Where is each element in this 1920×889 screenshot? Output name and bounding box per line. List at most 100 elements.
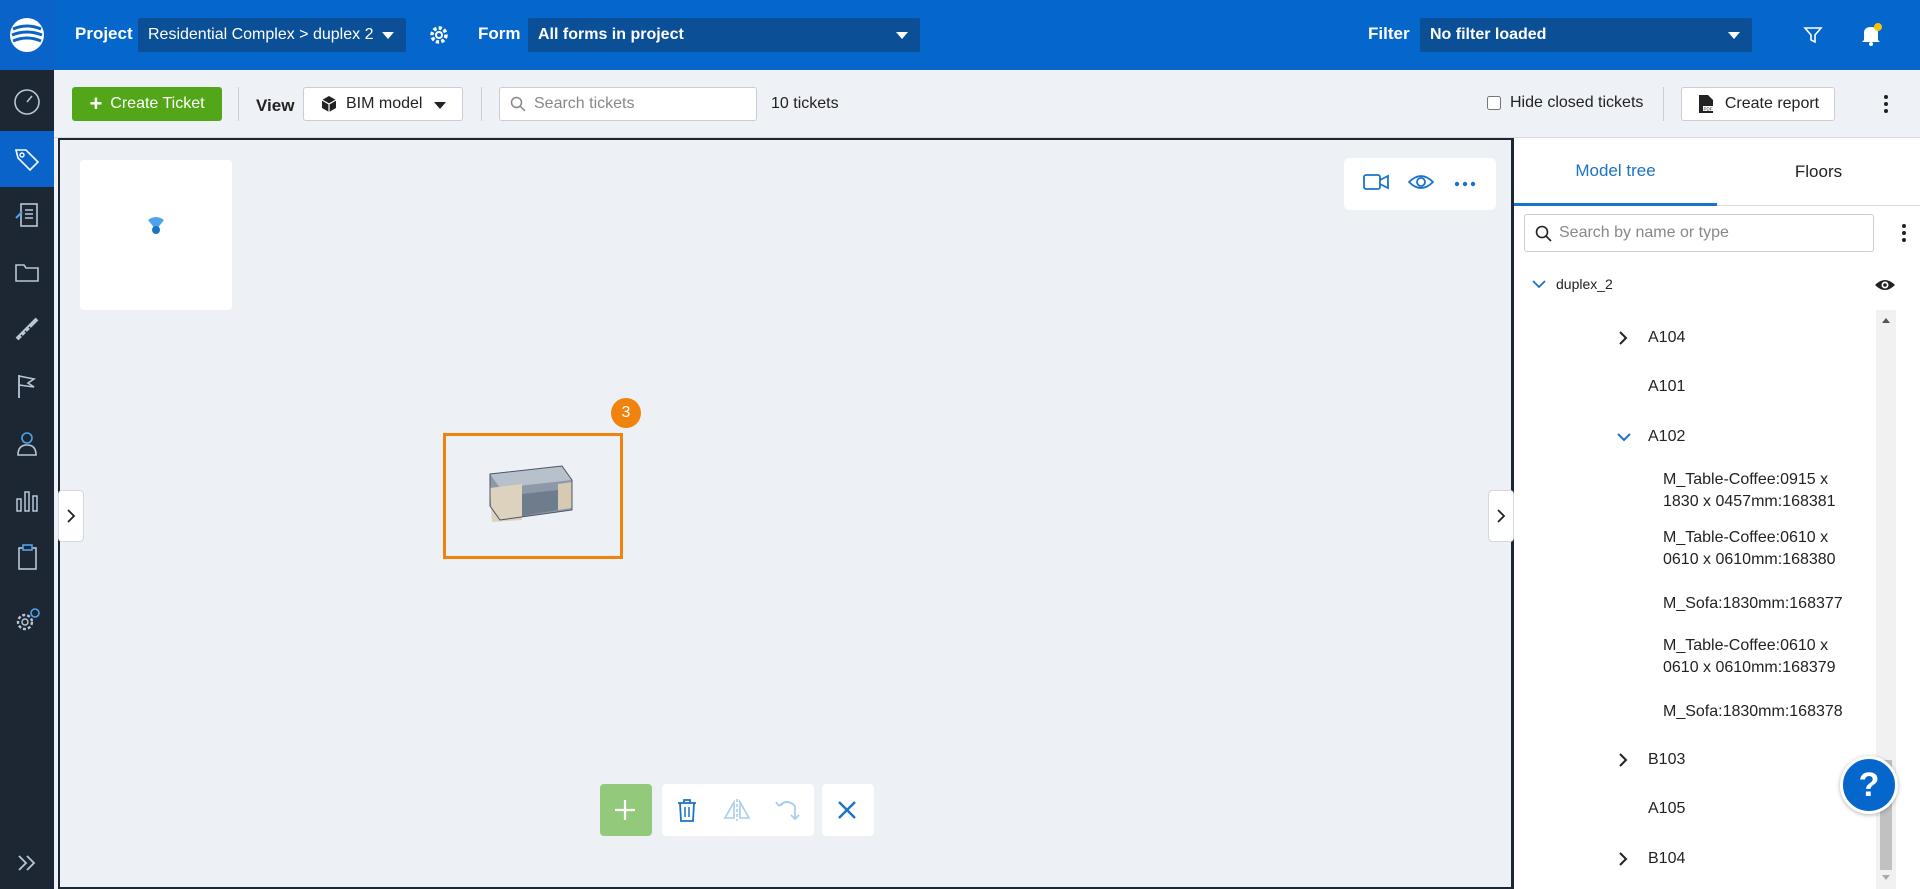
rotate-button[interactable] — [762, 785, 812, 835]
add-marker-button[interactable] — [600, 784, 652, 836]
tab-model-tree[interactable]: Model tree — [1514, 138, 1717, 206]
form-document-icon — [15, 203, 38, 227]
navigation-minimap[interactable] — [80, 160, 232, 310]
expand-left-panel-button[interactable] — [58, 490, 84, 542]
ticket-search — [499, 87, 757, 121]
toolbar-divider — [481, 87, 482, 121]
plus-icon — [615, 800, 635, 820]
view-select[interactable]: BIM model — [303, 87, 463, 121]
chevron-down-icon — [1728, 32, 1740, 39]
hide-closed-toggle[interactable]: Hide closed tickets — [1487, 94, 1643, 112]
toolbar-more-button[interactable] — [1876, 91, 1896, 117]
close-marker-tools-button[interactable] — [822, 784, 874, 836]
tree-item[interactable]: A105 — [1648, 798, 1685, 820]
tree-more-button[interactable] — [1894, 220, 1914, 246]
toolbar-divider — [1663, 87, 1664, 121]
rail-clipboard[interactable] — [0, 529, 54, 585]
tree-item[interactable]: A101 — [1648, 376, 1685, 398]
form-select[interactable]: All forms in project — [528, 18, 920, 52]
gear-icon — [430, 26, 448, 44]
project-select[interactable]: Residential Complex > duplex 2 — [138, 18, 406, 52]
top-bar: Project Residential Complex > duplex 2 F… — [54, 0, 1920, 70]
form-label: Form — [478, 24, 521, 43]
tree-root-node[interactable]: duplex_2 — [1532, 276, 1613, 292]
tree-item[interactable]: M_Sofa:1830mm:168378 — [1663, 701, 1843, 723]
project-settings-button[interactable] — [424, 20, 454, 50]
create-ticket-button[interactable]: + Create Ticket — [72, 87, 222, 121]
camera-button[interactable] — [1363, 172, 1390, 197]
hide-closed-label: Hide closed tickets — [1510, 94, 1644, 111]
double-chevron-right-icon — [18, 855, 36, 871]
app-logo[interactable] — [0, 0, 54, 70]
rail-expand[interactable] — [0, 838, 54, 888]
rail-milestones[interactable] — [0, 358, 54, 414]
rail-files[interactable] — [0, 244, 54, 300]
tree-item[interactable]: A104 — [1648, 327, 1685, 349]
selected-object-box[interactable] — [443, 433, 623, 559]
funnel-icon — [1803, 27, 1823, 44]
video-camera-icon — [1363, 173, 1390, 190]
bim-viewer[interactable]: 3 — [58, 138, 1514, 889]
eye-icon — [1407, 174, 1435, 189]
svg-text:PDF: PDF — [1703, 107, 1712, 112]
logo-icon — [10, 18, 44, 52]
tree-item[interactable]: A102 — [1648, 426, 1685, 448]
scroll-down-icon[interactable] — [1881, 874, 1891, 882]
chevron-down-icon — [382, 32, 394, 39]
clipboard-icon — [18, 544, 37, 570]
mirror-icon — [723, 798, 751, 821]
chevron-right-icon — [67, 509, 76, 523]
eye-icon — [1875, 280, 1895, 290]
speedometer-icon — [14, 89, 40, 115]
help-button[interactable]: ? — [1840, 756, 1898, 814]
view-more-button[interactable] — [1453, 175, 1477, 193]
chevron-down-icon — [1532, 280, 1546, 289]
tree-search — [1524, 214, 1874, 252]
filter-select[interactable]: No filter loaded — [1420, 18, 1752, 52]
expand-right-panel-button[interactable] — [1488, 490, 1514, 542]
tree-item[interactable]: M_Table-Coffee:0610 x 0610 x 0610mm:1683… — [1663, 527, 1863, 571]
rail-tickets[interactable] — [0, 131, 54, 187]
tab-floors[interactable]: Floors — [1717, 138, 1920, 206]
create-report-button[interactable]: PDF Create report — [1681, 87, 1835, 121]
chevron-down-icon[interactable] — [1616, 432, 1632, 442]
chevron-right-icon[interactable] — [1618, 752, 1628, 768]
mirror-button[interactable] — [712, 785, 762, 835]
rail-settings[interactable] — [0, 592, 54, 648]
notifications-button[interactable] — [1856, 20, 1886, 50]
filter-select-value: No filter loaded — [1430, 26, 1547, 43]
rail-measure[interactable] — [0, 301, 54, 357]
root-visibility-toggle[interactable] — [1874, 277, 1896, 298]
tree-item[interactable]: B103 — [1648, 749, 1685, 771]
ticket-count-badge[interactable]: 3 — [611, 398, 641, 428]
hide-closed-checkbox[interactable] — [1487, 96, 1501, 110]
plus-icon: + — [89, 91, 103, 116]
visibility-button[interactable] — [1407, 172, 1435, 197]
sofa-model-icon — [489, 465, 573, 522]
view-select-value: BIM model — [346, 95, 423, 112]
tree-item[interactable]: M_Table-Coffee:0610 x 0610 x 0610mm:1683… — [1663, 635, 1863, 679]
scroll-up-icon[interactable] — [1881, 316, 1891, 324]
rail-users[interactable] — [0, 415, 54, 471]
camera-position-icon — [148, 217, 164, 234]
search-icon — [1535, 225, 1552, 242]
delete-button[interactable] — [662, 785, 712, 835]
rail-dashboard[interactable] — [0, 74, 54, 130]
tree-search-input[interactable] — [1559, 224, 1859, 242]
cube-icon — [321, 96, 337, 112]
tree-item[interactable]: M_Table-Coffee:0915 x 1830 x 0457mm:1683… — [1663, 469, 1863, 513]
ticket-search-input[interactable] — [534, 95, 744, 113]
chevron-right-icon[interactable] — [1618, 330, 1628, 346]
chevron-right-icon[interactable] — [1618, 851, 1628, 867]
chevron-down-icon — [896, 32, 908, 39]
rail-analytics[interactable] — [0, 472, 54, 528]
filter-button[interactable] — [1798, 20, 1828, 50]
rail-forms[interactable] — [0, 187, 54, 243]
search-icon — [510, 96, 526, 112]
tree-item[interactable]: M_Sofa:1830mm:168377 — [1663, 593, 1843, 615]
view-tools-panel — [1344, 158, 1496, 210]
tree-item[interactable]: B104 — [1648, 848, 1685, 870]
marker-edit-tools — [662, 784, 814, 836]
panel-tabs: Model tree Floors — [1514, 138, 1920, 206]
bell-icon — [1862, 23, 1882, 46]
